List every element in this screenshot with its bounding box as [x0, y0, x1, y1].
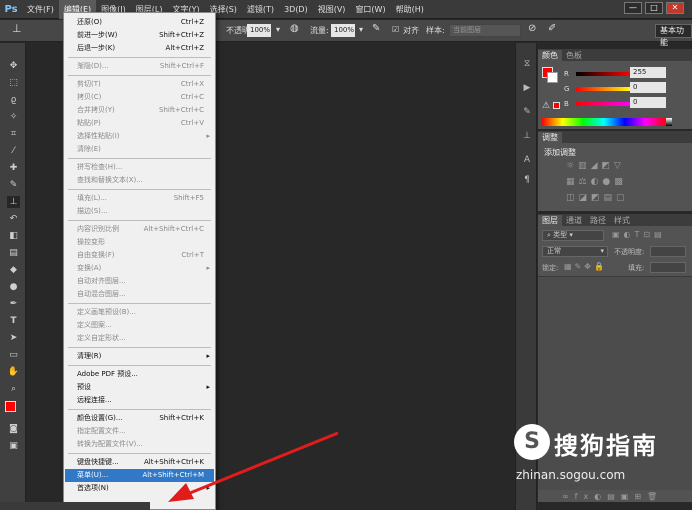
watermark-url: zhinan.sogou.com [516, 468, 626, 482]
status-bar [0, 502, 150, 510]
watermark-title: 搜狗指南 [554, 432, 658, 460]
arrow-head [168, 483, 194, 502]
sogou-logo: S [514, 424, 550, 460]
arrow-shaft [189, 431, 339, 495]
sogou-watermark: S 搜狗指南 zhinan.sogou.com [514, 424, 690, 488]
